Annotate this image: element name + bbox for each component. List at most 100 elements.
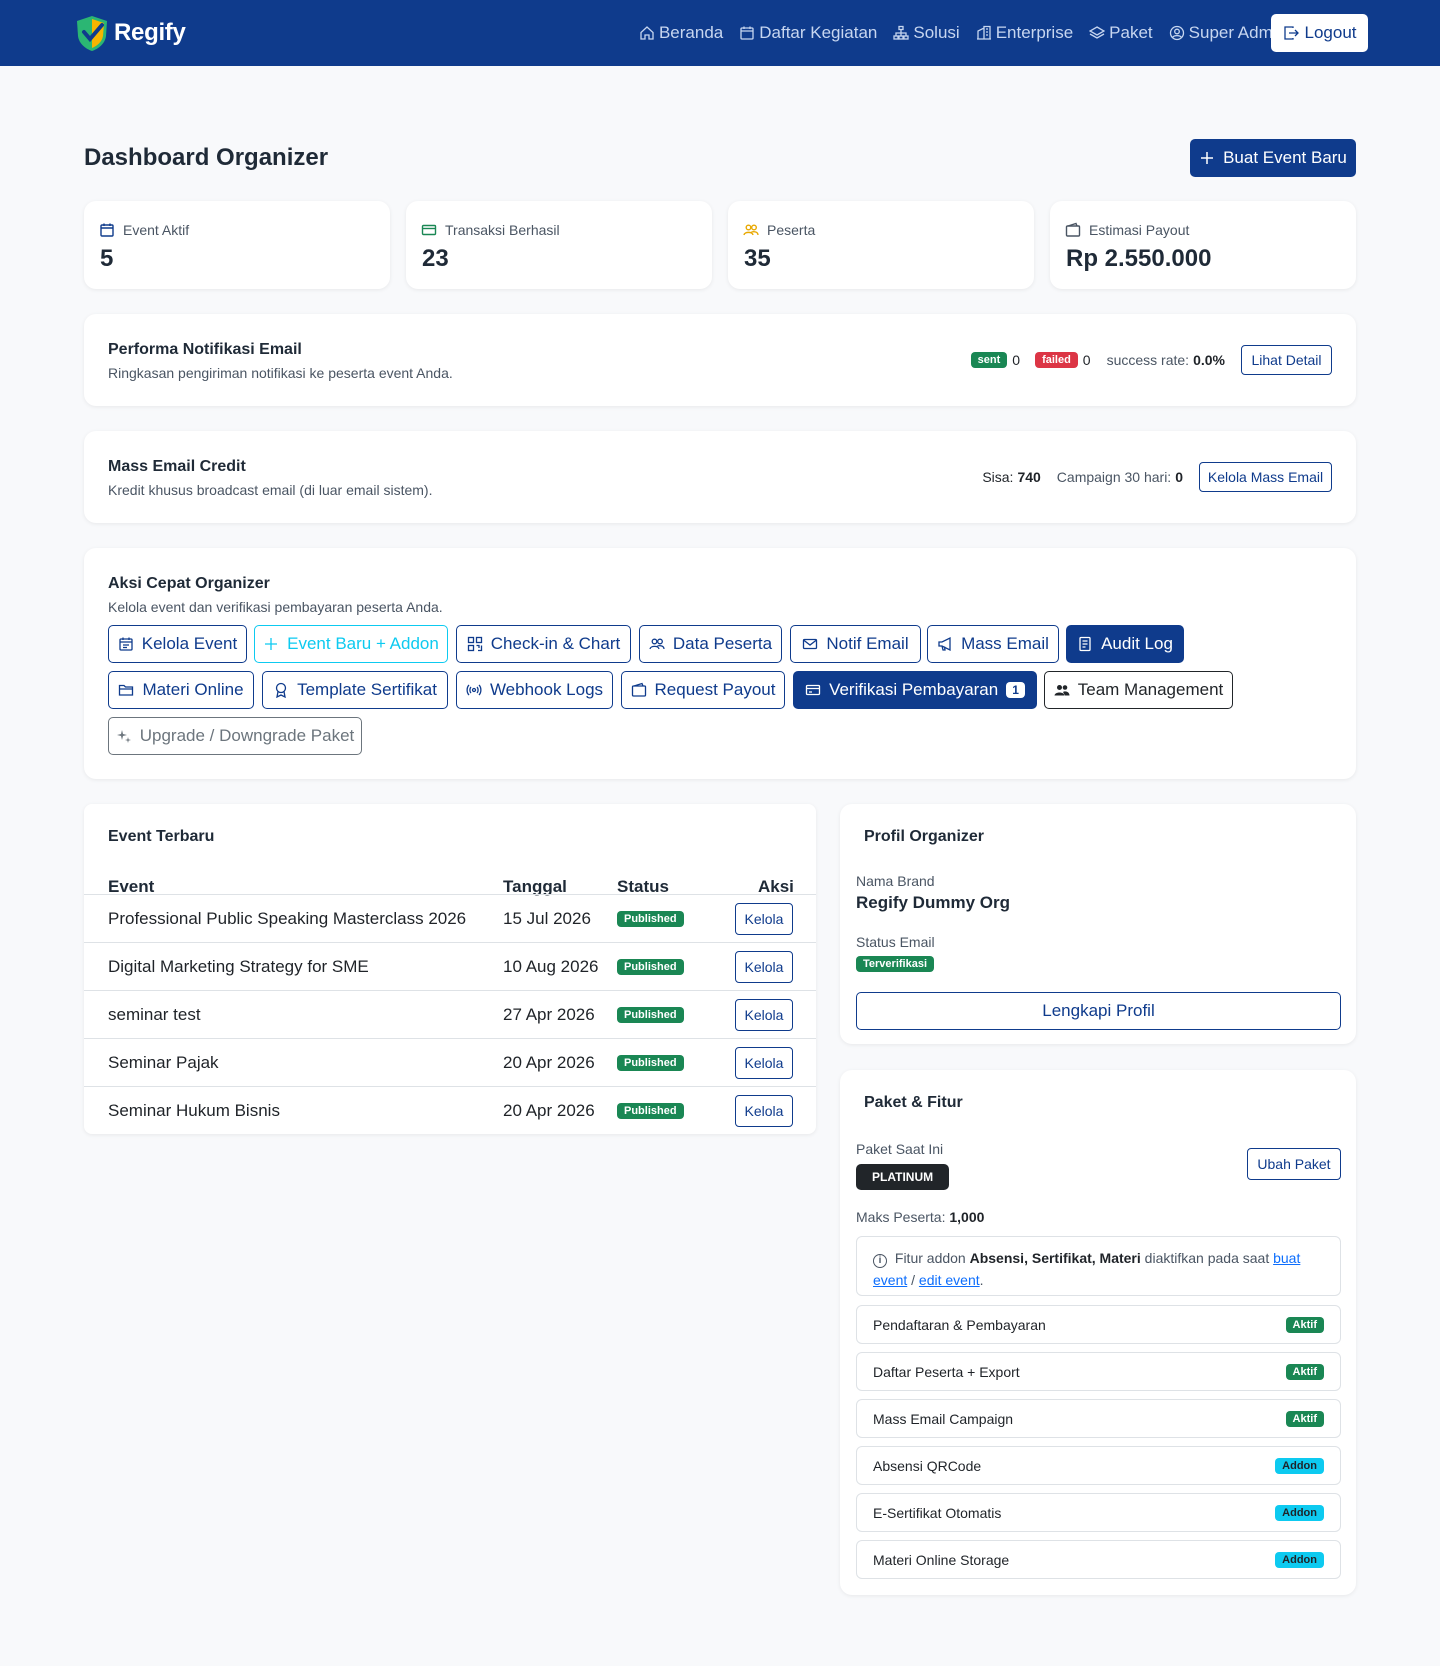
qa-verifikasi-pembayaran-button[interactable]: Verifikasi Pembayaran 1 [793, 671, 1037, 709]
qa-upgrade-paket-button[interactable]: Upgrade / Downgrade Paket [108, 717, 362, 755]
event-name: Professional Public Speaking Masterclass… [108, 908, 467, 928]
nav-super-admin[interactable]: Super Admin [1169, 23, 1286, 43]
event-date: 20 Apr 2026 [503, 1052, 595, 1072]
nav-solusi[interactable]: Solusi [893, 23, 960, 43]
edit-event-link[interactable]: edit event [919, 1272, 980, 1288]
kelola-button[interactable]: Kelola [735, 1046, 793, 1079]
logout-button[interactable]: Logout [1271, 14, 1368, 52]
stat-label: Estimasi Payout [1065, 222, 1189, 238]
create-event-button[interactable]: Buat Event Baru [1190, 139, 1356, 177]
table-row: Professional Public Speaking Masterclass… [84, 894, 816, 942]
kelola-button[interactable]: Kelola [735, 950, 793, 983]
building-icon [976, 25, 991, 40]
qa-event-baru-addon-button[interactable]: Event Baru + Addon [254, 625, 448, 663]
change-package-button[interactable]: Ubah Paket [1247, 1148, 1341, 1180]
house-icon [640, 26, 654, 40]
feature-badge: Aktif [1285, 1316, 1324, 1333]
top-navbar: Regify Beranda Daftar Kegiatan Solusi En… [0, 0, 1440, 66]
qa-team-management-button[interactable]: Team Management [1044, 671, 1233, 709]
page-title: Dashboard Organizer [84, 144, 329, 171]
feature-name: E-Sertifikat Otomatis [873, 1504, 1002, 1521]
stat-value: 23 [422, 245, 449, 272]
max-participants: Maks Peserta: 1,000 [856, 1209, 984, 1225]
failed-count: 0 [1082, 352, 1091, 368]
sisa-label: Sisa: [982, 469, 1014, 485]
calendar-grid-icon [119, 637, 133, 651]
campaign-label: Campaign 30 hari: [1056, 469, 1172, 485]
broadcast-icon [466, 684, 482, 696]
campaign-value: 0 [1175, 469, 1183, 485]
stat-label: Event Aktif [99, 222, 189, 238]
stat-label-text: Event Aktif [123, 222, 190, 238]
qa-data-peserta-button[interactable]: Data Peserta [639, 625, 782, 663]
quick-actions-card: Aksi Cepat Organizer Kelola event dan ve… [84, 548, 1356, 779]
nav-label: Paket [1109, 23, 1153, 42]
feature-name: Daftar Peserta + Export [873, 1363, 1020, 1380]
brand-value: Regify Dummy Org [856, 893, 1010, 912]
sent-badge: sent [970, 352, 1008, 368]
qa-kelola-event-button[interactable]: Kelola Event [108, 625, 247, 663]
award-icon [275, 682, 287, 698]
qa-webhook-logs-button[interactable]: Webhook Logs [456, 671, 613, 709]
diagram-icon [893, 25, 910, 40]
qa-audit-log-button[interactable]: Audit Log [1066, 625, 1184, 663]
brand-name: Regify [114, 19, 186, 46]
max-participants-label: Maks Peserta: [856, 1209, 946, 1225]
feature-name: Absensi QRCode [873, 1457, 982, 1474]
stat-card-peserta: Peserta 35 [728, 201, 1034, 289]
nav-beranda[interactable]: Beranda [639, 23, 723, 43]
people-icon [743, 224, 759, 236]
sent-count: 0 [1012, 352, 1021, 368]
mass-email-card: Mass Email Credit Kredit khusus broadcas… [84, 431, 1356, 523]
create-event-label: Buat Event Baru [1223, 148, 1347, 167]
qa-label: Team Management [1077, 680, 1224, 699]
stat-label: Peserta [743, 222, 815, 238]
stars-icon [116, 730, 131, 743]
kelola-button[interactable]: Kelola [735, 998, 793, 1031]
brand-logo-link[interactable]: Regify [74, 14, 186, 52]
failed-badge: failed [1035, 352, 1078, 368]
feature-item: Pendaftaran & Pembayaran Aktif [856, 1305, 1341, 1344]
wallet-icon [1065, 222, 1081, 237]
main-nav: Beranda Daftar Kegiatan Solusi Enterpris… [639, 0, 1286, 66]
feature-item: Daftar Peserta + Export Aktif [856, 1352, 1341, 1391]
profile-title: Profil Organizer [864, 828, 985, 845]
stat-label: Transaksi Berhasil [421, 222, 560, 238]
kelola-button[interactable]: Kelola [735, 1094, 793, 1127]
event-name: Seminar Pajak [108, 1052, 219, 1072]
manage-mass-email-button[interactable]: Kelola Mass Email [1199, 462, 1332, 492]
nav-label: Enterprise [995, 23, 1074, 42]
credit-card-icon [421, 224, 437, 236]
qa-label: Mass Email [961, 634, 1049, 653]
status-badge: Published [617, 1006, 684, 1023]
qa-template-sertifikat-button[interactable]: Template Sertifikat [262, 671, 448, 709]
nav-enterprise[interactable]: Enterprise [976, 23, 1073, 43]
pending-count-badge: 1 [1006, 682, 1025, 698]
email-status-badge: Terverifikasi [856, 956, 935, 972]
complete-profile-button[interactable]: Lengkapi Profil [856, 992, 1341, 1030]
qa-request-payout-button[interactable]: Request Payout [621, 671, 785, 709]
recent-events-title: Event Terbaru [108, 828, 215, 845]
plus-icon [1201, 152, 1214, 164]
qa-mass-email-button[interactable]: Mass Email [927, 625, 1059, 663]
feature-badge: Addon [1275, 1457, 1324, 1474]
email-detail-button[interactable]: Lihat Detail [1241, 345, 1332, 375]
event-date: 27 Apr 2026 [503, 1004, 595, 1024]
qa-materi-online-button[interactable]: Materi Online [108, 671, 254, 709]
mass-email-subtitle: Kredit khusus broadcast email (di luar e… [108, 482, 433, 498]
nav-paket[interactable]: Paket [1089, 23, 1153, 43]
qa-notif-email-button[interactable]: Notif Email [790, 625, 921, 663]
table-row: seminar test 27 Apr 2026 Published Kelol… [84, 990, 816, 1038]
qa-label: Materi Online [142, 680, 244, 699]
feature-item: Absensi QRCode Addon [856, 1446, 1341, 1485]
layers-icon [1089, 26, 1106, 39]
package-title: Paket & Fitur [864, 1094, 963, 1111]
feature-name: Pendaftaran & Pembayaran [873, 1316, 1046, 1333]
nav-label: Solusi [913, 23, 960, 42]
kelola-button[interactable]: Kelola [735, 902, 793, 935]
recent-events-card: Event Terbaru Event Tanggal Status Aksi … [84, 804, 816, 1134]
nav-daftar-kegiatan[interactable]: Daftar Kegiatan [739, 23, 877, 43]
calendar-icon [100, 223, 114, 237]
qa-checkin-chart-button[interactable]: Check-in & Chart [456, 625, 631, 663]
status-badge: Published [617, 910, 684, 927]
